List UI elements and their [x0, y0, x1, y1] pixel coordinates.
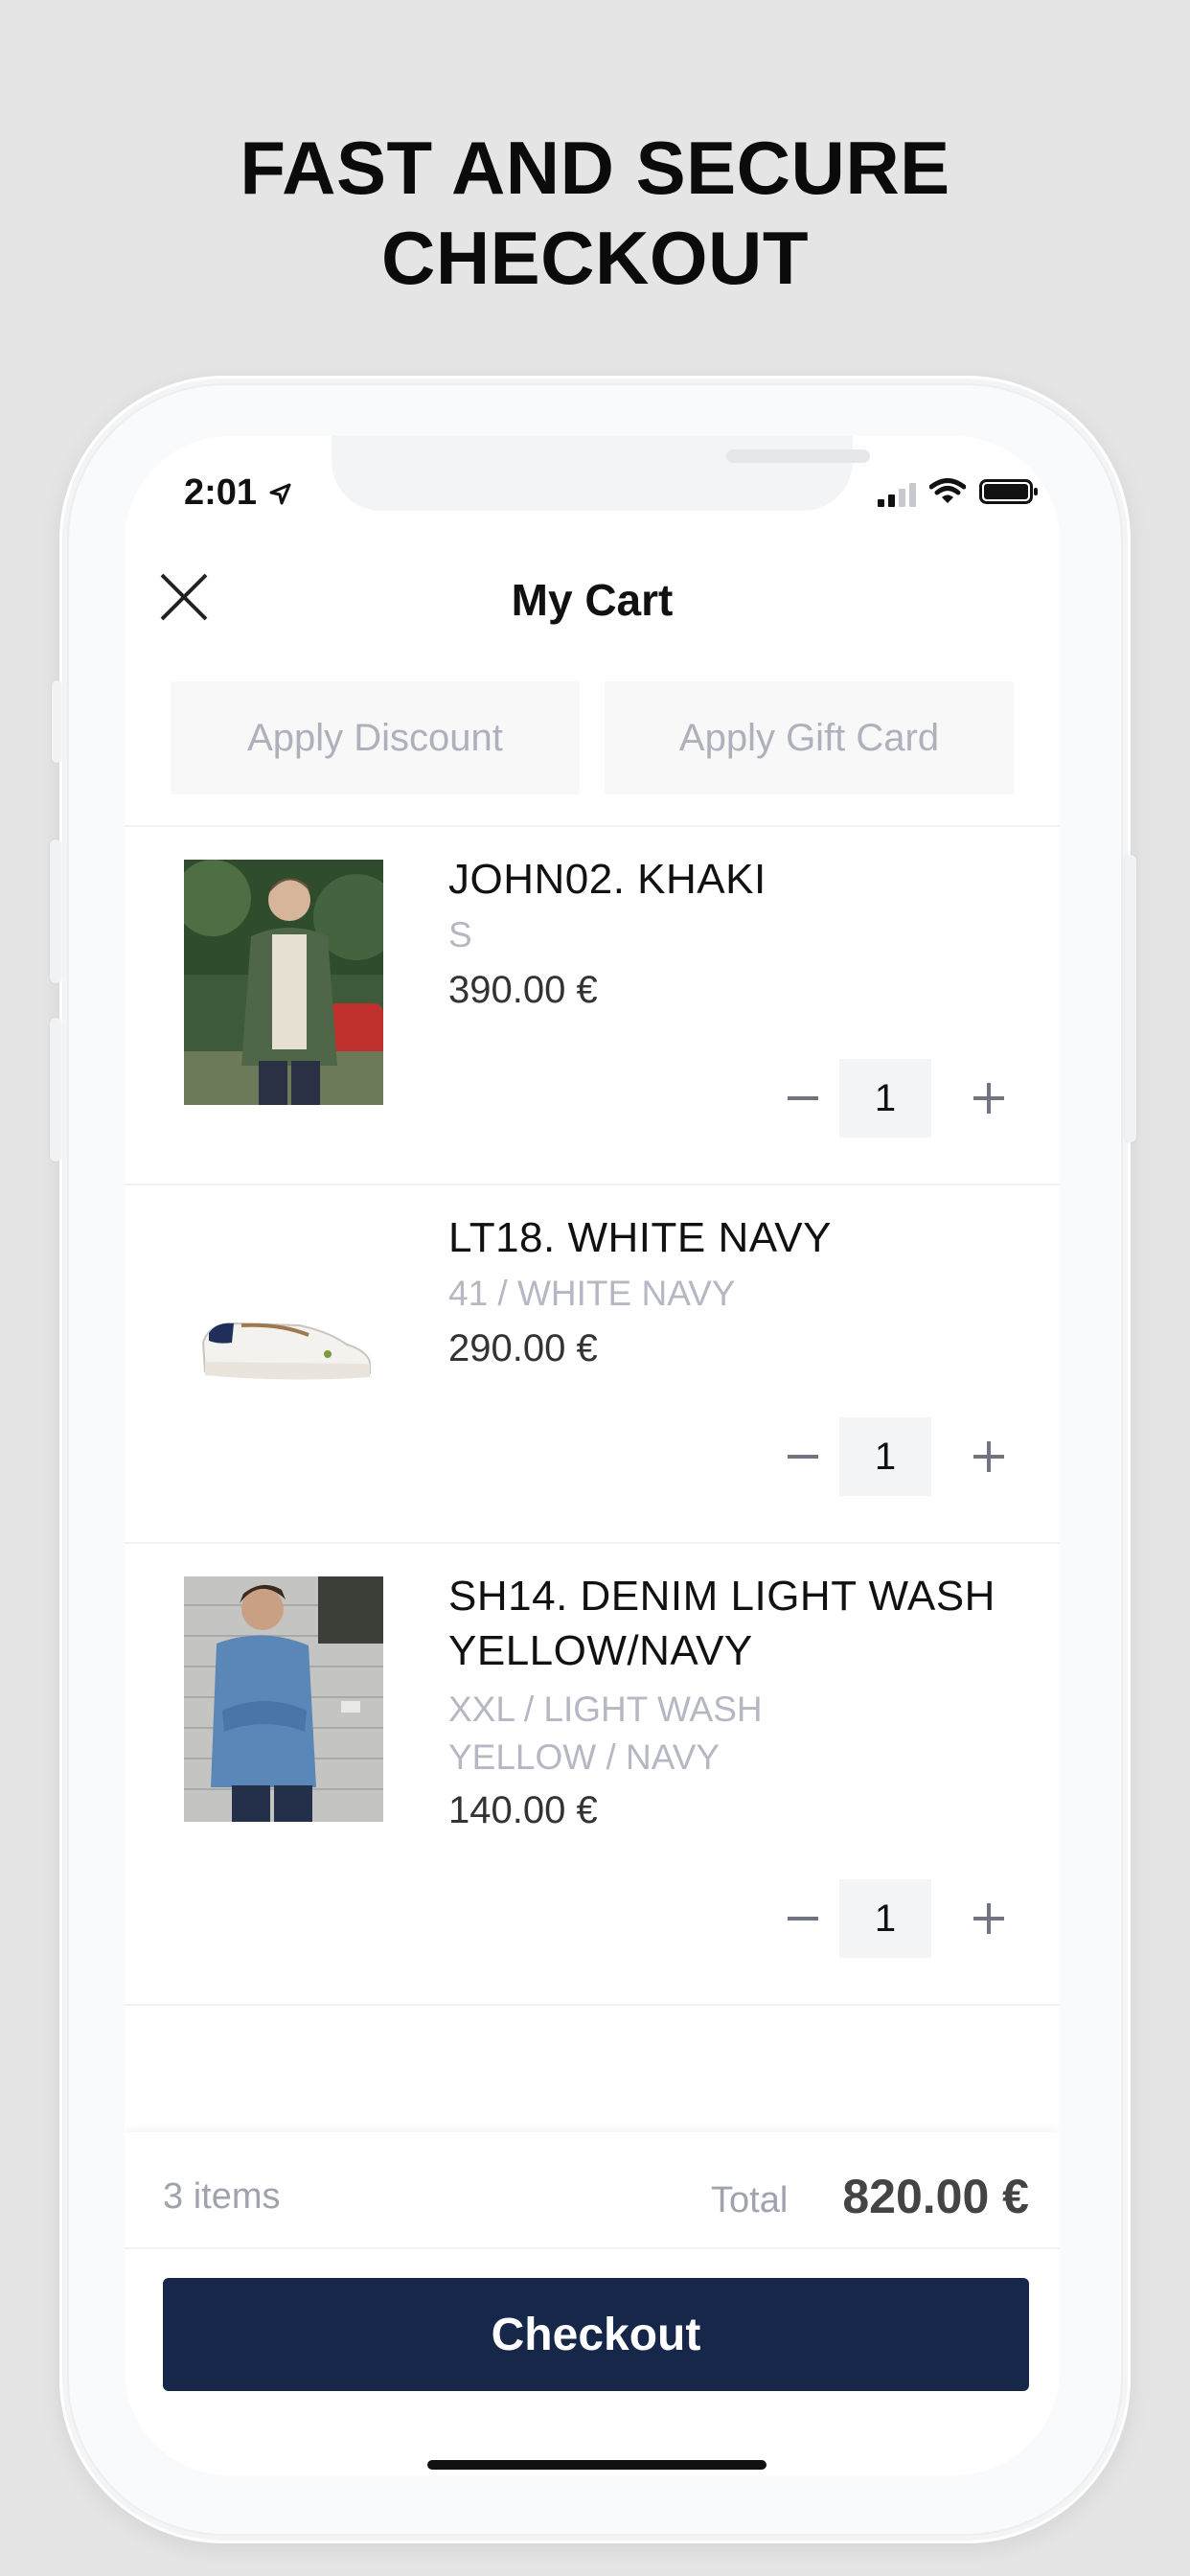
quantity-stepper: 1: [774, 1879, 1035, 1958]
quantity-value[interactable]: 1: [839, 1417, 931, 1496]
status-time-text: 2:01: [184, 472, 258, 513]
increase-quantity-button[interactable]: [960, 1417, 1018, 1496]
product-variant-line-1: XXL / LIGHT WASH: [448, 1690, 763, 1729]
divider: [125, 2247, 1060, 2249]
battery-icon: [979, 478, 1039, 510]
product-image: [184, 1218, 383, 1463]
location-arrow-icon: [267, 472, 292, 513]
quantity-stepper: 1: [774, 1417, 1035, 1496]
decrease-quantity-button[interactable]: [774, 1879, 832, 1958]
product-variant: S: [448, 915, 472, 954]
product-price: 390.00 €: [448, 969, 598, 1011]
nav-bar: My Cart: [125, 561, 1060, 656]
status-time: 2:01: [184, 472, 292, 514]
product-image: [184, 860, 383, 1105]
product-name[interactable]: SH14. DENIM LIGHT WASH YELLOW/NAVY: [448, 1569, 995, 1678]
minus-icon: [788, 1455, 818, 1459]
quantity-stepper: 1: [774, 1059, 1035, 1138]
cart-summary: 3 items Total 820.00 € Checkout: [125, 2132, 1060, 2475]
increase-quantity-button[interactable]: [960, 1879, 1018, 1958]
product-image: [184, 1576, 383, 1822]
status-icons: [878, 478, 1039, 510]
product-variant-line-2: YELLOW / NAVY: [448, 1737, 721, 1777]
decrease-quantity-button[interactable]: [774, 1417, 832, 1496]
plus-icon: [973, 1441, 1004, 1472]
product-name[interactable]: LT18. WHITE NAVY: [448, 1210, 832, 1265]
home-indicator[interactable]: [427, 2460, 767, 2470]
phone-volume-down: [50, 1018, 61, 1162]
product-variant: XXL / LIGHT WASH YELLOW / NAVY: [448, 1686, 763, 1782]
marketing-headline: FAST AND SECURE CHECKOUT: [0, 123, 1190, 303]
divider: [125, 2004, 1060, 2006]
checkout-button[interactable]: Checkout: [163, 2278, 1029, 2391]
decrease-quantity-button[interactable]: [774, 1059, 832, 1138]
apply-discount-button[interactable]: Apply Discount: [171, 681, 580, 794]
phone-power-button: [1125, 855, 1136, 1142]
phone-silent-switch: [52, 680, 61, 763]
increase-quantity-button[interactable]: [960, 1059, 1018, 1138]
cart-item: LT18. WHITE NAVY 41 / WHITE NAVY 290.00 …: [125, 1185, 1060, 1542]
wifi-icon: [928, 478, 967, 510]
headline-line-1: FAST AND SECURE: [240, 126, 950, 210]
plus-icon: [973, 1083, 1004, 1114]
total-label: Total: [711, 2180, 789, 2220]
items-count: 3 items: [163, 2176, 281, 2217]
minus-icon: [788, 1917, 818, 1920]
product-price: 140.00 €: [448, 1789, 598, 1831]
quantity-value[interactable]: 1: [839, 1059, 931, 1138]
product-variant: 41 / WHITE NAVY: [448, 1274, 736, 1313]
earpiece-speaker: [726, 449, 870, 463]
product-price: 290.00 €: [448, 1327, 598, 1369]
product-name-line-1: SH14. DENIM LIGHT WASH: [448, 1573, 995, 1620]
cart-item: JOHN02. KHAKI S 390.00 € 1: [125, 827, 1060, 1184]
phone-notch: [332, 436, 870, 511]
total-value: 820.00 €: [842, 2170, 1029, 2223]
apply-gift-card-button[interactable]: Apply Gift Card: [605, 681, 1014, 794]
quantity-value[interactable]: 1: [839, 1879, 931, 1958]
headline-line-2: CHECKOUT: [381, 216, 809, 300]
cart-item: SH14. DENIM LIGHT WASH YELLOW/NAVY XXL /…: [125, 1544, 1060, 2006]
app-screen: 2:01 My Cart Apply Discount Apply Gift C…: [125, 436, 1060, 2475]
cellular-signal-icon: [878, 482, 916, 507]
page-title: My Cart: [511, 575, 674, 625]
promo-buttons: Apply Discount Apply Gift Card: [171, 681, 1014, 794]
product-name-line-2: YELLOW/NAVY: [448, 1627, 753, 1674]
product-name[interactable]: JOHN02. KHAKI: [448, 852, 767, 907]
plus-icon: [973, 1903, 1004, 1934]
minus-icon: [788, 1096, 818, 1100]
phone-volume-up: [50, 840, 61, 983]
